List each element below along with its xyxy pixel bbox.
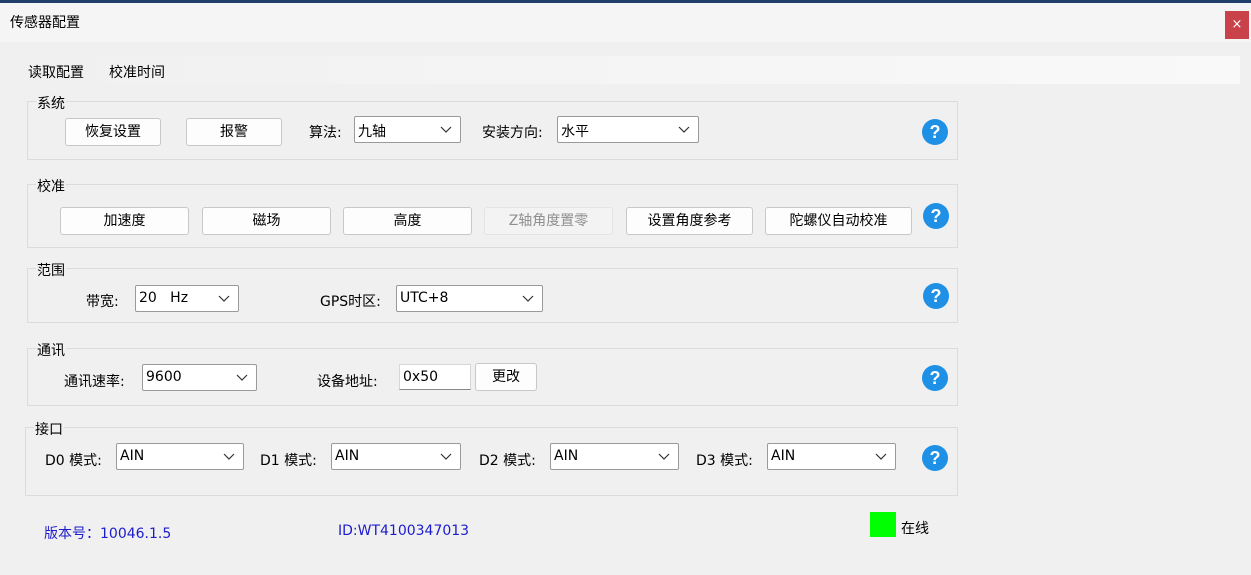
set-angle-reference-button[interactable]: 设置角度参考 bbox=[626, 207, 753, 235]
gps-timezone-select[interactable]: UTC+8 bbox=[396, 285, 543, 312]
chevron-down-icon bbox=[875, 453, 887, 460]
chevron-down-icon bbox=[236, 374, 248, 381]
chevron-down-icon bbox=[678, 126, 690, 133]
system-legend: 系统 bbox=[36, 93, 66, 113]
d1-mode-value: AIN bbox=[335, 448, 360, 464]
chevron-down-icon bbox=[223, 453, 235, 460]
d0-mode-value: AIN bbox=[120, 448, 145, 464]
svg-text:?: ? bbox=[930, 122, 941, 142]
d2-mode-select[interactable]: AIN bbox=[550, 443, 679, 470]
algorithm-label: 算法: bbox=[309, 125, 342, 141]
interface-legend: 接口 bbox=[34, 419, 64, 439]
help-icon[interactable]: ? bbox=[922, 445, 948, 471]
restore-settings-button[interactable]: 恢复设置 bbox=[65, 118, 161, 146]
version-text: 版本号：10046.1.5 bbox=[44, 526, 172, 542]
d3-mode-value: AIN bbox=[771, 448, 796, 464]
d0-mode-label: D0 模式: bbox=[45, 453, 102, 469]
chevron-down-icon bbox=[440, 126, 452, 133]
comm-legend: 通讯 bbox=[36, 340, 66, 360]
baud-rate-value: 9600 bbox=[146, 369, 182, 385]
baud-rate-select[interactable]: 9600 bbox=[142, 364, 257, 391]
algorithm-value: 九轴 bbox=[358, 124, 386, 140]
svg-text:?: ? bbox=[930, 448, 941, 468]
chevron-down-icon bbox=[658, 453, 670, 460]
d2-mode-value: AIN bbox=[554, 448, 579, 464]
bandwidth-label: 带宽: bbox=[86, 294, 119, 310]
chevron-down-icon bbox=[522, 295, 534, 302]
window-title: 传感器配置 bbox=[10, 15, 80, 31]
online-status-text: 在线 bbox=[901, 521, 929, 537]
algorithm-select[interactable]: 九轴 bbox=[354, 116, 461, 143]
range-legend: 范围 bbox=[36, 260, 66, 280]
device-address-input[interactable]: 0x50 bbox=[399, 364, 471, 390]
svg-text:?: ? bbox=[931, 286, 942, 306]
chevron-down-icon bbox=[440, 453, 452, 460]
d1-mode-select[interactable]: AIN bbox=[331, 443, 461, 470]
d0-mode-select[interactable]: AIN bbox=[116, 443, 244, 470]
gps-timezone-value: UTC+8 bbox=[400, 290, 449, 306]
svg-text:?: ? bbox=[931, 206, 942, 226]
orientation-value: 水平 bbox=[561, 124, 589, 140]
svg-text:?: ? bbox=[930, 368, 941, 388]
d2-mode-label: D2 模式: bbox=[479, 453, 536, 469]
help-icon[interactable]: ? bbox=[922, 365, 948, 391]
alarm-button[interactable]: 报警 bbox=[186, 118, 282, 146]
help-icon[interactable]: ? bbox=[922, 119, 948, 145]
menu-read-config[interactable]: 读取配置 bbox=[28, 62, 84, 82]
magnetic-calibration-button[interactable]: 磁场 bbox=[202, 207, 331, 235]
close-button[interactable]: × bbox=[1225, 11, 1249, 39]
online-status-indicator bbox=[870, 512, 896, 537]
help-icon[interactable]: ? bbox=[923, 203, 949, 229]
accel-calibration-button[interactable]: 加速度 bbox=[60, 207, 189, 235]
baud-rate-label: 通讯速率: bbox=[64, 374, 125, 390]
menu-bar: 读取配置 校准时间 bbox=[20, 56, 1240, 84]
device-address-label: 设备地址: bbox=[317, 374, 378, 390]
sensor-config-window: 传感器配置 × 读取配置 校准时间 系统 恢复设置 报警 算法: 九轴 安装方向… bbox=[0, 0, 1251, 575]
calibration-legend: 校准 bbox=[36, 176, 66, 196]
gps-timezone-label: GPS时区: bbox=[320, 294, 381, 310]
z-angle-zero-button[interactable]: Z轴角度置零 bbox=[484, 207, 613, 235]
bandwidth-select[interactable]: 20 Hz bbox=[135, 285, 239, 312]
change-address-button[interactable]: 更改 bbox=[475, 363, 537, 391]
bandwidth-value: 20 Hz bbox=[139, 290, 189, 306]
menu-calibrate-time[interactable]: 校准时间 bbox=[109, 62, 165, 82]
orientation-select[interactable]: 水平 bbox=[557, 116, 699, 143]
d3-mode-select[interactable]: AIN bbox=[767, 443, 896, 470]
device-address-value: 0x50 bbox=[403, 369, 439, 385]
chevron-down-icon bbox=[218, 295, 230, 302]
orientation-label: 安装方向: bbox=[482, 125, 543, 141]
d1-mode-label: D1 模式: bbox=[260, 453, 317, 469]
altitude-calibration-button[interactable]: 高度 bbox=[343, 207, 472, 235]
help-icon[interactable]: ? bbox=[923, 283, 949, 309]
device-id-text: ID:WT4100347013 bbox=[338, 523, 470, 539]
title-bar: 传感器配置 × bbox=[0, 3, 1251, 42]
gyro-auto-calibration-button[interactable]: 陀螺仪自动校准 bbox=[765, 207, 912, 235]
d3-mode-label: D3 模式: bbox=[696, 453, 753, 469]
